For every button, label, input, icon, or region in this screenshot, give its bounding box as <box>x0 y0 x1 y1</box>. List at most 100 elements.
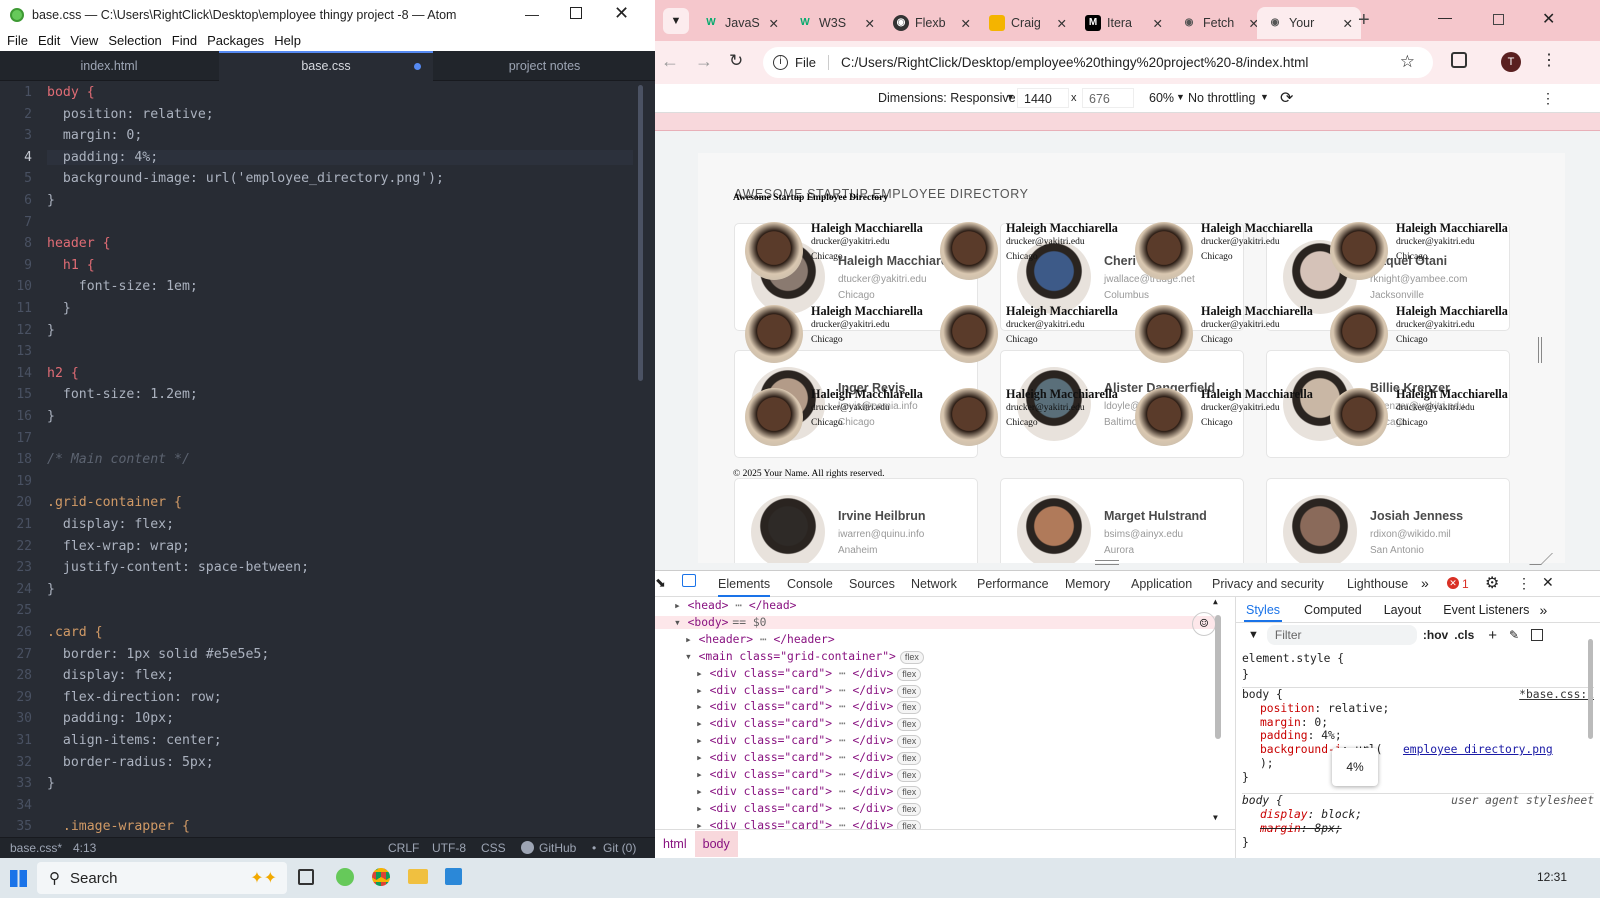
devtools-tab-lighthouse[interactable]: Lighthouse <box>1347 577 1408 591</box>
more-tabs-icon[interactable]: » <box>1421 575 1429 591</box>
dom-node[interactable]: ▸ <div class="card"> ⋯ </div> flex <box>696 751 922 766</box>
code-line[interactable]: align-items: center; <box>47 733 222 748</box>
forward-icon[interactable]: → <box>695 51 713 72</box>
code-line[interactable]: h2 { <box>47 366 79 381</box>
status-cursor[interactable]: 4:13 <box>73 841 96 855</box>
collapsed-arrow-icon[interactable]: ▸ <box>696 768 710 781</box>
code-line[interactable]: border: 1px solid #e5e5e5; <box>47 647 269 662</box>
expanded-arrow-icon[interactable]: ▾ <box>685 650 699 663</box>
flex-badge[interactable]: flex <box>897 752 922 766</box>
css-property-name[interactable]: background-i <box>1260 743 1342 756</box>
code-line[interactable]: flex-wrap: wrap; <box>47 539 190 554</box>
code-line[interactable]: font-size: 1.2em; <box>47 387 198 402</box>
status-github[interactable]: GitHub <box>539 841 576 855</box>
rotate-icon[interactable]: ⟳ <box>1280 88 1293 108</box>
viewport-scrollbar-handle[interactable] <box>1538 337 1542 363</box>
menu-view[interactable]: View <box>70 33 98 48</box>
menu-help[interactable]: Help <box>274 33 301 48</box>
status-git[interactable]: Git (0) <box>603 841 636 855</box>
dom-node[interactable]: ▸ <div class="card"> ⋯ </div> flex <box>696 700 922 715</box>
devtools-tab-performance[interactable]: Performance <box>977 577 1049 591</box>
styles-tab-event-listeners[interactable]: Event Listeners <box>1443 603 1529 617</box>
ellipsis-icon[interactable]: ⋯ <box>832 684 852 697</box>
tab-close-icon[interactable]: ✕ <box>961 16 971 31</box>
css-property-name[interactable]: padding <box>1260 729 1308 742</box>
dom-node[interactable]: ▸ <div class="card"> ⋯ </div> flex <box>696 684 922 698</box>
close-icon[interactable]: ✕ <box>1542 9 1555 29</box>
dom-node[interactable]: ▸ <div class="card"> ⋯ </div> flex <box>696 785 922 799</box>
flex-badge[interactable]: flex <box>897 667 922 681</box>
styles-tab-computed[interactable]: Computed <box>1304 603 1362 617</box>
rule-source-link[interactable]: *base.css:1 <box>1519 688 1594 702</box>
styles-tab-layout[interactable]: Layout <box>1384 603 1422 617</box>
chrome-taskbar-icon[interactable] <box>372 868 390 886</box>
code-line[interactable]: padding: 4%; <box>47 149 633 165</box>
file-explorer-taskbar-icon[interactable] <box>408 869 428 884</box>
css-declaration[interactable]: position: relative; <box>1242 702 1594 716</box>
browser-tab-javascript[interactable]: W JavaS ✕ <box>693 7 787 39</box>
bookmark-star-icon[interactable]: ☆ <box>1400 52 1415 72</box>
collapsed-arrow-icon[interactable]: ▸ <box>696 700 710 713</box>
collapsed-arrow-icon[interactable]: ▸ <box>696 802 710 815</box>
devtools-tab-network[interactable]: Network <box>911 577 957 591</box>
css-property-value[interactable]: ); <box>1260 757 1274 770</box>
media-query-bar[interactable] <box>655 113 1600 131</box>
cls-button[interactable]: .cls <box>1454 628 1474 642</box>
menu-find[interactable]: Find <box>172 33 197 48</box>
css-property-value[interactable]: relative; <box>1328 702 1389 715</box>
dom-node[interactable]: ▸ <div class="card"> ⋯ </div> flex <box>696 667 922 681</box>
devtools-tab-console[interactable]: Console <box>787 577 833 591</box>
dom-node[interactable]: ▾ <main class="grid-container"> flex <box>685 650 924 664</box>
code-line[interactable]: } <box>47 301 71 316</box>
more-menu-icon[interactable]: ⋮ <box>1541 50 1557 70</box>
taskbar-search-box[interactable]: ⚲ Search ✦✦ <box>37 862 287 894</box>
editor-scrollbar[interactable] <box>638 85 643 381</box>
code-line[interactable]: h1 { <box>47 258 95 273</box>
tab-project-notes[interactable]: project notes <box>434 51 655 81</box>
code-line[interactable]: font-size: 1em; <box>47 279 198 294</box>
reload-icon[interactable]: ↻ <box>729 51 743 71</box>
new-rule-icon[interactable]: + <box>1488 627 1497 644</box>
scroll-up-icon[interactable]: ▲ <box>1213 597 1218 606</box>
device-mode-icon[interactable] <box>682 574 696 587</box>
error-icon[interactable]: ✕ <box>1447 577 1459 589</box>
devtools-tab-sources[interactable]: Sources <box>849 577 895 591</box>
url-text[interactable]: C:/Users/RightClick/Desktop/employee%20t… <box>841 55 1308 70</box>
styles-more-tabs-icon[interactable]: » <box>1539 602 1547 618</box>
code-line[interactable]: } <box>47 582 55 597</box>
close-icon[interactable]: ✕ <box>614 3 629 24</box>
flex-badge[interactable]: flex <box>897 735 922 749</box>
styles-tab-styles[interactable]: Styles <box>1244 598 1283 622</box>
css-declaration[interactable]: ); <box>1242 757 1594 771</box>
devtools-tab-elements[interactable]: Elements <box>718 577 771 597</box>
width-input[interactable]: 1440 <box>1017 88 1069 108</box>
ellipsis-icon[interactable]: ⋯ <box>832 717 852 730</box>
dom-scrollbar[interactable] <box>1215 615 1221 739</box>
css-declaration[interactable]: margin: 0; <box>1242 716 1594 730</box>
error-count[interactable]: 1 <box>1462 577 1469 591</box>
minimize-icon[interactable]: — <box>525 6 539 22</box>
code-line[interactable]: header { <box>47 236 111 251</box>
devtools-tab-privacy[interactable]: Privacy and security <box>1212 577 1324 591</box>
accessibility-tree-button[interactable]: ☺ <box>1192 612 1216 636</box>
dom-node[interactable]: ▸ <div class="card"> ⋯ </div> flex <box>696 802 922 816</box>
close-devtools-icon[interactable]: ✕ <box>1542 574 1554 591</box>
tab-close-icon[interactable]: ✕ <box>769 16 779 31</box>
dom-node[interactable]: ▸ <div class="card"> ⋯ </div> flex <box>696 768 922 782</box>
zoom-dropdown[interactable]: 60% <box>1149 91 1174 105</box>
dom-node[interactable]: ▸ <div class="card"> ⋯ </div> flex <box>696 734 922 749</box>
back-icon[interactable]: ← <box>661 51 679 72</box>
windows-start-icon[interactable] <box>10 870 27 887</box>
styles-scrollbar[interactable] <box>1588 639 1593 739</box>
flex-badge[interactable]: flex <box>897 684 922 698</box>
tab-close-icon[interactable]: ✕ <box>865 16 875 31</box>
dimensions-dropdown[interactable]: Dimensions: Responsive <box>878 91 1016 105</box>
collapsed-arrow-icon[interactable]: ▸ <box>696 684 710 697</box>
ellipsis-icon[interactable]: ⋯ <box>832 734 852 747</box>
code-line[interactable]: body { <box>47 85 95 100</box>
code-line[interactable]: .card { <box>47 625 103 640</box>
collapsed-arrow-icon[interactable]: ▸ <box>674 599 688 612</box>
devtools-tab-memory[interactable]: Memory <box>1065 577 1110 591</box>
ellipsis-icon[interactable]: ⋯ <box>832 667 852 680</box>
code-line[interactable]: } <box>47 323 55 338</box>
